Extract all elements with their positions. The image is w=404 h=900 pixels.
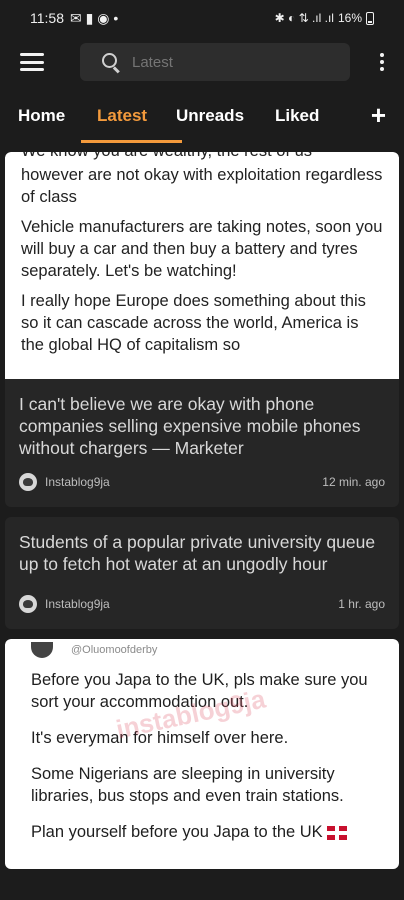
- battery-percent: 16%: [337, 11, 362, 25]
- search-input[interactable]: [132, 53, 332, 71]
- tweet-avatar: [31, 642, 53, 658]
- post-time: 12 min. ago: [322, 475, 385, 489]
- post-body: I can't believe we are okay with phone c…: [5, 379, 399, 507]
- post-image[interactable]: We know you are wealthy, the rest of us …: [5, 152, 399, 379]
- notification-icons: ✉ ▮ ◉ •: [70, 9, 119, 26]
- search-icon: [102, 53, 120, 71]
- image-text-line: Vehicle manufacturers are taking notes, …: [21, 218, 383, 280]
- hamburger-menu-icon[interactable]: [20, 53, 44, 71]
- image-text-line: We know you are wealthy, the rest of us: [21, 152, 385, 162]
- post-title[interactable]: I can't believe we are okay with phone c…: [19, 393, 385, 459]
- tab-unreads[interactable]: Unreads: [176, 106, 275, 126]
- author-avatar[interactable]: [19, 473, 37, 491]
- add-tab-icon[interactable]: +: [371, 102, 386, 128]
- image-text-line: I really hope Europe does something abou…: [21, 292, 366, 354]
- more-options-icon[interactable]: [372, 51, 392, 73]
- image-text-line: Plan yourself before you Japa to the UK: [21, 821, 385, 843]
- status-bar: 11:58 ✉ ▮ ◉ • ✱ ◐ ⇅ .ıl .ıl 16%: [0, 0, 404, 36]
- tweet-handle: @Oluomoofderby: [71, 644, 158, 656]
- status-time: 11:58: [30, 10, 64, 26]
- tab-latest[interactable]: Latest: [81, 106, 182, 143]
- post-title[interactable]: Students of a popular private university…: [19, 531, 385, 575]
- tab-home[interactable]: Home: [18, 106, 97, 126]
- uk-flag-icon: [327, 825, 348, 840]
- tab-liked[interactable]: Liked: [275, 106, 355, 126]
- post-author[interactable]: Instablog9ja: [45, 475, 110, 489]
- author-avatar[interactable]: [19, 595, 37, 613]
- signal-icons: ✱ ◐ ⇅ .ıl .ıl: [274, 11, 334, 25]
- search-bar[interactable]: [80, 43, 350, 81]
- feed: We know you are wealthy, the rest of us …: [0, 152, 404, 879]
- tab-bar: Home Latest Unreads Liked +: [0, 88, 404, 144]
- post-card[interactable]: Students of a popular private university…: [5, 517, 399, 629]
- image-text-line: Some Nigerians are sleeping in universit…: [31, 765, 344, 805]
- status-right: ✱ ◐ ⇅ .ıl .ıl 16%: [275, 11, 374, 25]
- app-bar: [0, 36, 404, 88]
- post-card[interactable]: We know you are wealthy, the rest of us …: [5, 152, 399, 507]
- post-image[interactable]: @Oluomoofderby instablog9ja Before you J…: [5, 639, 399, 869]
- battery-icon: [366, 11, 374, 25]
- post-time: 1 hr. ago: [338, 597, 385, 611]
- post-body: Students of a popular private university…: [5, 517, 399, 629]
- post-author[interactable]: Instablog9ja: [45, 597, 110, 611]
- image-text-line: Before you Japa to the UK, pls make sure…: [31, 671, 368, 711]
- post-meta: Instablog9ja 12 min. ago: [19, 473, 385, 491]
- post-meta: Instablog9ja 1 hr. ago: [19, 595, 385, 613]
- tweet-header: @Oluomoofderby: [21, 639, 385, 661]
- image-text: Plan yourself before you Japa to the UK: [31, 823, 323, 841]
- image-text-line: It's everyman for himself over here.: [31, 729, 289, 747]
- image-text-line: however are not okay with exploitation r…: [21, 166, 383, 206]
- status-left: 11:58 ✉ ▮ ◉ •: [30, 10, 118, 27]
- post-card[interactable]: @Oluomoofderby instablog9ja Before you J…: [5, 639, 399, 869]
